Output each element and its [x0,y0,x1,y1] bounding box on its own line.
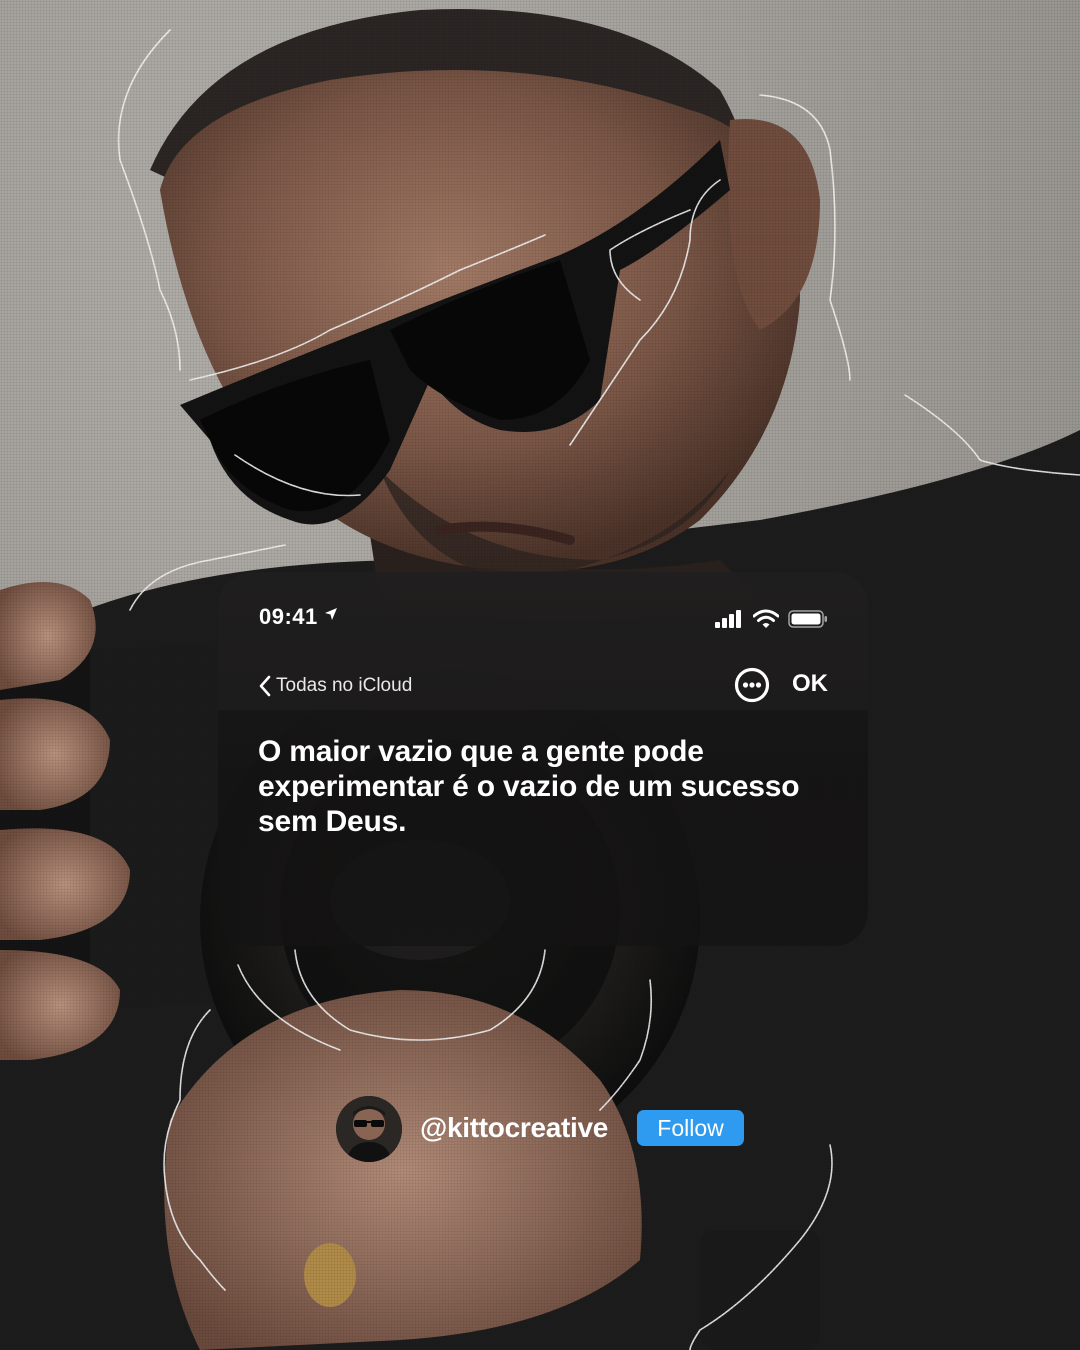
ellipsis-circle-icon[interactable] [734,667,770,703]
signal-icon [715,610,741,628]
back-button-label: Todas no iCloud [276,675,413,696]
status-time: 09:41 [259,604,318,629]
avatar[interactable] [336,1096,402,1162]
wifi-icon [753,609,779,628]
chevron-left-icon [259,675,271,697]
follow-button[interactable]: Follow [637,1110,744,1146]
location-arrow-icon [325,608,337,620]
back-button[interactable]: Todas no iCloud [258,672,412,700]
avatar-portrait [336,1096,402,1162]
profile-row: @kittocreative Follow [336,1096,756,1164]
ok-button[interactable]: OK [792,670,828,698]
status-bar: 09:41 [218,572,868,664]
note-body: O maior vazio que a gente pode experimen… [258,735,800,838]
profile-handle[interactable]: @kittocreative [420,1112,608,1144]
battery-icon [788,610,827,628]
notes-card: 09:41 Todas no iCloud OK O maior vazio q… [218,572,868,946]
